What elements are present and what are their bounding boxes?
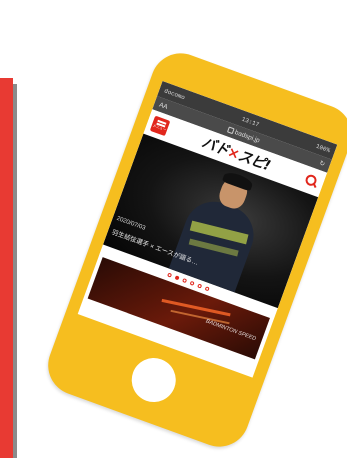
time-label: 13:17 [240,115,261,128]
battery-label: 100% [315,142,332,154]
reload-icon[interactable]: ↻ [318,159,326,168]
carousel-dot[interactable] [197,283,203,289]
phone-illustration: docomo 13:17 100% AA badspi.jp ↻ メニュー バド… [39,44,347,456]
carousel-dot[interactable] [174,275,180,281]
carousel-dot[interactable] [189,280,195,286]
reader-mode-button[interactable]: AA [158,101,169,111]
carousel-dot[interactable] [204,286,210,292]
carousel-dot[interactable] [182,278,188,284]
banner-glow [161,298,231,317]
red-side-stripe [0,78,13,458]
lock-icon [226,126,235,135]
banner-text: BADMINTON SPEED [204,318,257,343]
menu-button[interactable]: メニュー [149,115,171,137]
stripe-shadow [13,84,17,458]
search-icon[interactable] [302,172,320,190]
carousel-dot[interactable] [167,272,173,278]
